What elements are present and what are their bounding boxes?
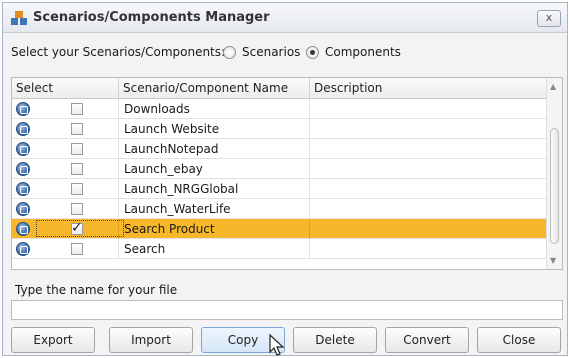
row-checkbox[interactable] [71, 203, 83, 215]
window-title: Scenarios/Components Manager [33, 10, 270, 25]
description-cell [310, 99, 548, 119]
delete-button[interactable]: Delete [293, 327, 377, 353]
scenarios-radio-option[interactable]: Scenarios [223, 45, 300, 59]
description-cell [310, 199, 548, 219]
title-bar[interactable]: Scenarios/Components Manager x [3, 3, 567, 33]
component-name-cell: Downloads [119, 99, 310, 119]
file-name-input[interactable] [11, 300, 563, 320]
row-checkbox[interactable] [71, 123, 83, 135]
row-checkbox[interactable] [71, 163, 83, 175]
row-checkbox[interactable] [71, 243, 83, 255]
table-row[interactable]: Launch_NRGGlobal [12, 179, 548, 199]
header-select[interactable]: Select [12, 78, 119, 99]
table-row[interactable]: Search [12, 239, 548, 259]
component-name-cell: Search [119, 239, 310, 259]
component-name-cell: Launch Website [119, 119, 310, 139]
description-cell [310, 119, 548, 139]
file-name-label: Type the name for your file [15, 283, 178, 297]
description-cell [310, 239, 548, 259]
component-name-cell: LaunchNotepad [119, 139, 310, 159]
description-cell [310, 219, 548, 239]
close-button[interactable]: Close [477, 327, 561, 353]
header-name[interactable]: Scenario/Component Name [119, 78, 310, 99]
table-row[interactable]: LaunchNotepad [12, 139, 548, 159]
select-cell [12, 119, 119, 139]
table-scrollbar[interactable]: ▲ ▼ [546, 78, 562, 269]
component-icon [16, 162, 30, 176]
select-cell [12, 139, 119, 159]
select-cell: ✓ [12, 219, 124, 239]
components-radio[interactable] [306, 45, 319, 59]
select-cell [12, 159, 119, 179]
description-cell [310, 159, 548, 179]
component-name-cell: Launch_WaterLife [119, 199, 310, 219]
table-row[interactable]: Launch Website [12, 119, 548, 139]
row-checkbox[interactable] [71, 183, 83, 195]
component-name-cell: Launch_NRGGlobal [119, 179, 310, 199]
components-manager-icon [11, 11, 27, 25]
header-description[interactable]: Description [310, 78, 548, 99]
row-checkbox[interactable] [71, 143, 83, 155]
export-button[interactable]: Export [11, 327, 95, 353]
close-window-button[interactable]: x [537, 10, 561, 27]
components-radio-option[interactable]: Components [306, 45, 401, 59]
selector-label: Select your Scenarios/Components: [11, 45, 226, 59]
select-cell [12, 99, 119, 119]
scroll-up-icon[interactable]: ▲ [550, 82, 556, 91]
select-cell [12, 199, 119, 219]
component-name-cell: Search Product [119, 219, 310, 239]
table-row[interactable]: Launch_ebay [12, 159, 548, 179]
component-name-cell: Launch_ebay [119, 159, 310, 179]
scenarios-radio-label: Scenarios [242, 45, 301, 59]
table-row[interactable]: Launch_WaterLife [12, 199, 548, 219]
components-table: Select Scenario/Component Name Descripti… [11, 77, 563, 270]
scroll-down-icon[interactable]: ▼ [550, 256, 556, 265]
component-icon [16, 102, 30, 116]
component-icon [16, 242, 30, 256]
table-row[interactable]: Downloads [12, 99, 548, 119]
checkmark-icon: ✓ [71, 220, 83, 236]
component-icon [16, 202, 30, 216]
components-radio-label: Components [325, 45, 401, 59]
component-icon [16, 222, 30, 236]
row-checkbox[interactable] [71, 103, 83, 115]
select-cell [12, 239, 119, 259]
component-icon [16, 142, 30, 156]
dialog-window: Scenarios/Components Manager x Select yo… [2, 2, 568, 356]
table-header: Select Scenario/Component Name Descripti… [12, 78, 548, 99]
mouse-pointer-icon [269, 334, 285, 356]
scenarios-radio[interactable] [223, 45, 236, 59]
component-icon [16, 122, 30, 136]
select-cell [12, 179, 119, 199]
selector-row: Select your Scenarios/Components: Scenar… [11, 45, 561, 63]
description-cell [310, 139, 548, 159]
convert-button[interactable]: Convert [385, 327, 469, 353]
scroll-thumb[interactable] [550, 128, 559, 244]
description-cell [310, 179, 548, 199]
table-row[interactable]: ✓ Search Product [12, 219, 548, 239]
import-button[interactable]: Import [109, 327, 193, 353]
component-icon [16, 182, 30, 196]
